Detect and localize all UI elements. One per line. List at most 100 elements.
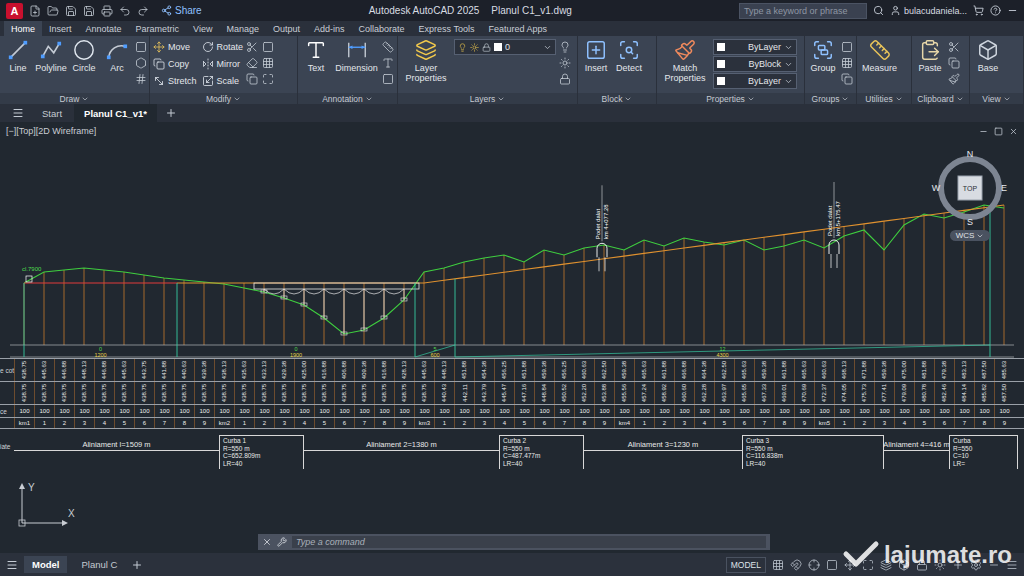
mirror-icon[interactable] xyxy=(202,58,214,70)
customize-icon[interactable] xyxy=(1006,559,1018,571)
chevron-down-icon[interactable] xyxy=(784,60,793,69)
grid-icon[interactable] xyxy=(772,559,784,571)
osnap-icon[interactable] xyxy=(844,559,856,571)
file-tab[interactable]: Start xyxy=(32,104,72,122)
panel-label[interactable]: View xyxy=(970,93,1023,104)
ribbon-large-button[interactable]: Group xyxy=(808,39,838,73)
ribbon-dropdown[interactable]: 0 xyxy=(454,39,556,55)
trim-icon[interactable] xyxy=(246,41,258,53)
polyline-icon[interactable] xyxy=(40,39,62,61)
grid-icon[interactable] xyxy=(262,57,274,69)
paste-icon[interactable] xyxy=(919,39,941,61)
linear-icon[interactable] xyxy=(382,41,394,53)
scale-icon[interactable] xyxy=(202,75,214,87)
app-logo[interactable]: A xyxy=(6,3,23,19)
ribbon-large-button[interactable]: Layer Properties xyxy=(401,39,451,83)
user-account[interactable]: bulacudaniela... xyxy=(890,5,967,16)
panel-label[interactable]: Layers xyxy=(398,93,577,104)
plus-icon[interactable] xyxy=(131,559,143,571)
close-icon[interactable] xyxy=(262,537,272,547)
panel-label[interactable]: Draw xyxy=(0,93,149,104)
group-icon[interactable] xyxy=(812,39,834,61)
maximize-icon[interactable] xyxy=(994,127,1003,136)
ribbon-tab[interactable]: Collaborate xyxy=(352,21,412,36)
chevron-down-icon[interactable] xyxy=(365,95,373,103)
close-icon[interactable] xyxy=(1009,127,1018,136)
ribbon-large-button[interactable]: Circle xyxy=(69,39,99,73)
chevron-down-icon[interactable] xyxy=(956,95,964,103)
ribbon-large-button[interactable]: Insert xyxy=(581,39,611,73)
panel-label[interactable]: Clipboard xyxy=(912,93,969,104)
workspace-icon[interactable] xyxy=(970,559,982,571)
file-tab[interactable]: Planul C1_v1* xyxy=(74,104,157,122)
rectangle-icon[interactable] xyxy=(135,41,147,53)
erase-icon[interactable] xyxy=(246,57,258,69)
plus-icon[interactable] xyxy=(165,107,177,119)
snap-icon[interactable] xyxy=(790,559,802,571)
user-icon[interactable] xyxy=(890,5,901,16)
search-icon[interactable] xyxy=(873,5,884,16)
ribbon-small-button[interactable]: Scale xyxy=(202,73,244,89)
drawing-viewport[interactable]: [−][Top][2D Wireframe]Podet dalatkm 4+07… xyxy=(0,122,1024,553)
model-space-button[interactable]: MODEL xyxy=(726,557,766,573)
ribbon-large-button[interactable]: Polyline xyxy=(36,39,66,73)
layer-lock-icon[interactable] xyxy=(559,73,571,85)
chevron-down-icon[interactable] xyxy=(895,95,903,103)
hatch-icon[interactable] xyxy=(135,73,147,85)
open-icon[interactable] xyxy=(47,5,59,17)
measure-icon[interactable] xyxy=(869,39,891,61)
redo-icon[interactable] xyxy=(137,5,149,17)
ribbon-dropdown[interactable]: ByLayer xyxy=(713,73,797,89)
command-line[interactable]: Type a command xyxy=(258,534,770,550)
annotation-icon[interactable] xyxy=(952,559,964,571)
chevron-down-icon[interactable] xyxy=(624,95,632,103)
chevron-down-icon[interactable] xyxy=(497,95,505,103)
ribbon-tab[interactable]: Home xyxy=(4,21,42,36)
layers-icon[interactable] xyxy=(415,39,437,61)
circle-icon[interactable] xyxy=(73,39,95,61)
leader-icon[interactable] xyxy=(382,57,394,69)
new-icon[interactable] xyxy=(29,5,41,17)
help-icon[interactable] xyxy=(990,5,1001,16)
save-as-icon[interactable] xyxy=(83,5,95,17)
ribbon-large-button[interactable]: Detect xyxy=(614,39,644,73)
layer-on-icon[interactable] xyxy=(559,41,571,53)
sun-icon[interactable] xyxy=(470,43,479,52)
group-select-icon[interactable] xyxy=(841,73,853,85)
ribbon-large-button[interactable]: Text xyxy=(301,39,331,73)
chevron-down-icon[interactable] xyxy=(1003,95,1011,103)
viewport-controls[interactable]: [−][Top][2D Wireframe] xyxy=(6,126,96,136)
print-icon[interactable] xyxy=(101,5,113,17)
stretch-icon[interactable] xyxy=(153,75,165,87)
panel-label[interactable]: Utilities xyxy=(857,93,911,104)
match-properties-icon[interactable] xyxy=(674,39,696,61)
ribbon-dropdown[interactable]: ByLayer xyxy=(713,39,797,55)
chevron-down-icon[interactable] xyxy=(81,95,89,103)
ribbon-tab[interactable]: Parametric xyxy=(129,21,187,36)
insert-icon[interactable] xyxy=(585,39,607,61)
copy-icon[interactable] xyxy=(153,58,165,70)
polygon-icon[interactable] xyxy=(135,57,147,69)
menu-icon[interactable] xyxy=(12,107,24,119)
arc-icon[interactable] xyxy=(106,39,128,61)
text-icon[interactable] xyxy=(305,39,327,61)
base-icon[interactable] xyxy=(977,39,999,61)
ribbon-large-button[interactable]: Paste xyxy=(915,39,945,73)
chevron-down-icon[interactable] xyxy=(543,43,552,52)
save-icon[interactable] xyxy=(65,5,77,17)
ribbon-small-button[interactable]: Stretch xyxy=(153,73,197,89)
units-icon[interactable] xyxy=(988,559,1000,571)
table-icon[interactable] xyxy=(382,73,394,85)
format-icon[interactable] xyxy=(948,73,960,85)
search-field[interactable]: Type a keyword or phrase xyxy=(739,3,867,19)
ribbon-tab[interactable]: Insert xyxy=(42,21,79,36)
minimize-icon[interactable] xyxy=(1007,5,1018,16)
ungroup-icon[interactable] xyxy=(841,41,853,53)
otrack-icon[interactable] xyxy=(862,559,874,571)
ribbon-large-button[interactable]: Match Properties xyxy=(660,39,710,83)
minimize-icon[interactable] xyxy=(979,127,988,136)
panel-label[interactable]: Annotation xyxy=(298,93,397,104)
ribbon-small-button[interactable]: Copy xyxy=(153,56,197,72)
command-input[interactable]: Type a command xyxy=(292,536,766,548)
ribbon-large-button[interactable]: Line xyxy=(3,39,33,73)
